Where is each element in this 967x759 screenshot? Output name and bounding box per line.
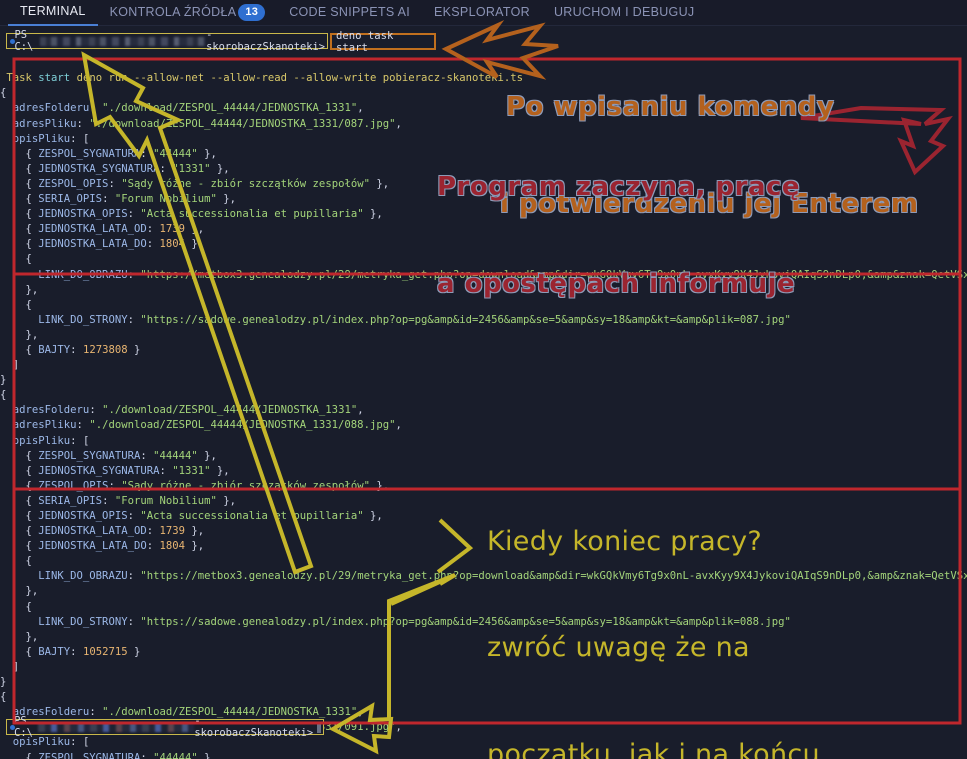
terminal-line: { xyxy=(0,691,7,704)
terminal-line: { ZESPOL_SYGNATURA: "44444" }, xyxy=(25,751,217,759)
terminal-line: { xyxy=(25,555,32,568)
tab-terminal-label: TERMINAL xyxy=(20,4,86,18)
terminal-line: } xyxy=(0,676,7,689)
prompt-status-dot xyxy=(10,38,15,44)
terminal-cursor xyxy=(317,721,322,733)
terminal-line: { JEDNOSTKA_SYGNATURA: "1331" }, xyxy=(25,464,230,477)
terminal-command-text: deno task start xyxy=(336,29,394,54)
tab-terminal[interactable]: TERMINAL xyxy=(8,0,98,26)
terminal-line: }, xyxy=(25,630,39,643)
terminal-line: { BAJTY: 1052715 } xyxy=(25,645,141,658)
terminal-line: } xyxy=(0,374,7,387)
tab-eksplorator[interactable]: EKSPLORATOR xyxy=(422,0,542,26)
vscode-terminal-panel: TERMINAL KONTROLA ŹRÓDŁA 13 CODE SNIPPET… xyxy=(0,0,967,759)
terminal-line: { xyxy=(25,600,32,613)
annotation-yellow-line2: zwróć uwagę że na xyxy=(487,632,750,664)
prompt-prefix-top: PS C:\ xyxy=(14,29,34,53)
prompt-path-redacted-bottom xyxy=(38,722,195,732)
terminal-line: adresPliku: "./download/ZESPOL_44444/JED… xyxy=(12,419,402,432)
prompt-prefix-bottom: PS C:\ xyxy=(14,715,33,739)
tab-kontrola-zrodla[interactable]: KONTROLA ŹRÓDŁA 13 xyxy=(98,0,278,26)
terminal-line: { SERIA_OPIS: "Forum Nobilium" }, xyxy=(25,494,237,507)
tab-code-snippets-ai-label: CODE SNIPPETS AI xyxy=(289,5,411,19)
prompt-suffix-top: -skorobaczSkanoteki> xyxy=(206,29,325,53)
terminal-line: }, xyxy=(25,585,39,598)
prompt-suffix-bottom: -skorobaczSkanoteki> xyxy=(194,715,314,739)
annotation-red-line1: Program zaczyna, pracę xyxy=(437,172,801,203)
terminal-line: { JEDNOSTKA_OPIS: "Acta successionalia e… xyxy=(25,510,383,522)
terminal-command-box[interactable]: deno task start xyxy=(330,30,436,54)
prompt-status-dot-bottom xyxy=(10,724,15,730)
prompt-path-redacted-top xyxy=(40,36,207,46)
annotation-red-line2: a opostępach informuje xyxy=(437,269,796,300)
terminal-line: { xyxy=(0,389,7,402)
terminal-line: opisPliku: [ xyxy=(12,434,90,447)
terminal-line: opisPliku: [ xyxy=(12,736,90,749)
terminal-line: { ZESPOL_OPIS: "Sądy różne - zbiór szczą… xyxy=(25,479,390,492)
terminal-prompt-top[interactable]: PS C:\ -skorobaczSkanoteki> xyxy=(6,29,328,53)
source-control-badge: 13 xyxy=(238,3,266,21)
annotation-yellow-line3: początku, jak i na końcu xyxy=(487,738,820,759)
annotation-yellow-line1: Kiedy koniec pracy? xyxy=(487,525,763,557)
tab-code-snippets-ai[interactable]: CODE SNIPPETS AI xyxy=(277,0,422,26)
annotation-red: Program zaczyna, pracę a opostępach info… xyxy=(437,107,800,365)
annotation-yellow: Kiedy koniec pracy? zwróć uwagę że na po… xyxy=(487,458,820,759)
tab-uruchom-i-debuguj[interactable]: URUCHOM I DEBUGUJ xyxy=(542,0,707,26)
terminal-line: { JEDNOSTKA_LATA_OD: 1739 }, xyxy=(25,525,205,538)
terminal-prompt-bottom[interactable]: PS C:\ -skorobaczSkanoteki> xyxy=(6,715,324,739)
terminal-line: { JEDNOSTKA_LATA_DO: 1804 }, xyxy=(25,540,205,553)
tab-kontrola-zrodla-label: KONTROLA ŹRÓDŁA xyxy=(109,5,237,19)
tab-uruchom-i-debuguj-label: URUCHOM I DEBUGUJ xyxy=(553,5,695,19)
terminal-line: { ZESPOL_SYGNATURA: "44444" }, xyxy=(25,449,217,462)
terminal-line: LINK_DO_OBRAZU: "https://metbox3.genealo… xyxy=(38,570,967,583)
terminal-line: adresFolderu: "./download/ZESPOL_44444/J… xyxy=(12,404,364,417)
terminal-line: ] xyxy=(12,660,20,673)
terminal-line: LINK_DO_STRONY: "https://sadowe.genealod… xyxy=(38,615,791,628)
panel-tabbar: TERMINAL KONTROLA ŹRÓDŁA 13 CODE SNIPPET… xyxy=(0,0,967,26)
tab-eksplorator-label: EKSPLORATOR xyxy=(434,5,530,19)
